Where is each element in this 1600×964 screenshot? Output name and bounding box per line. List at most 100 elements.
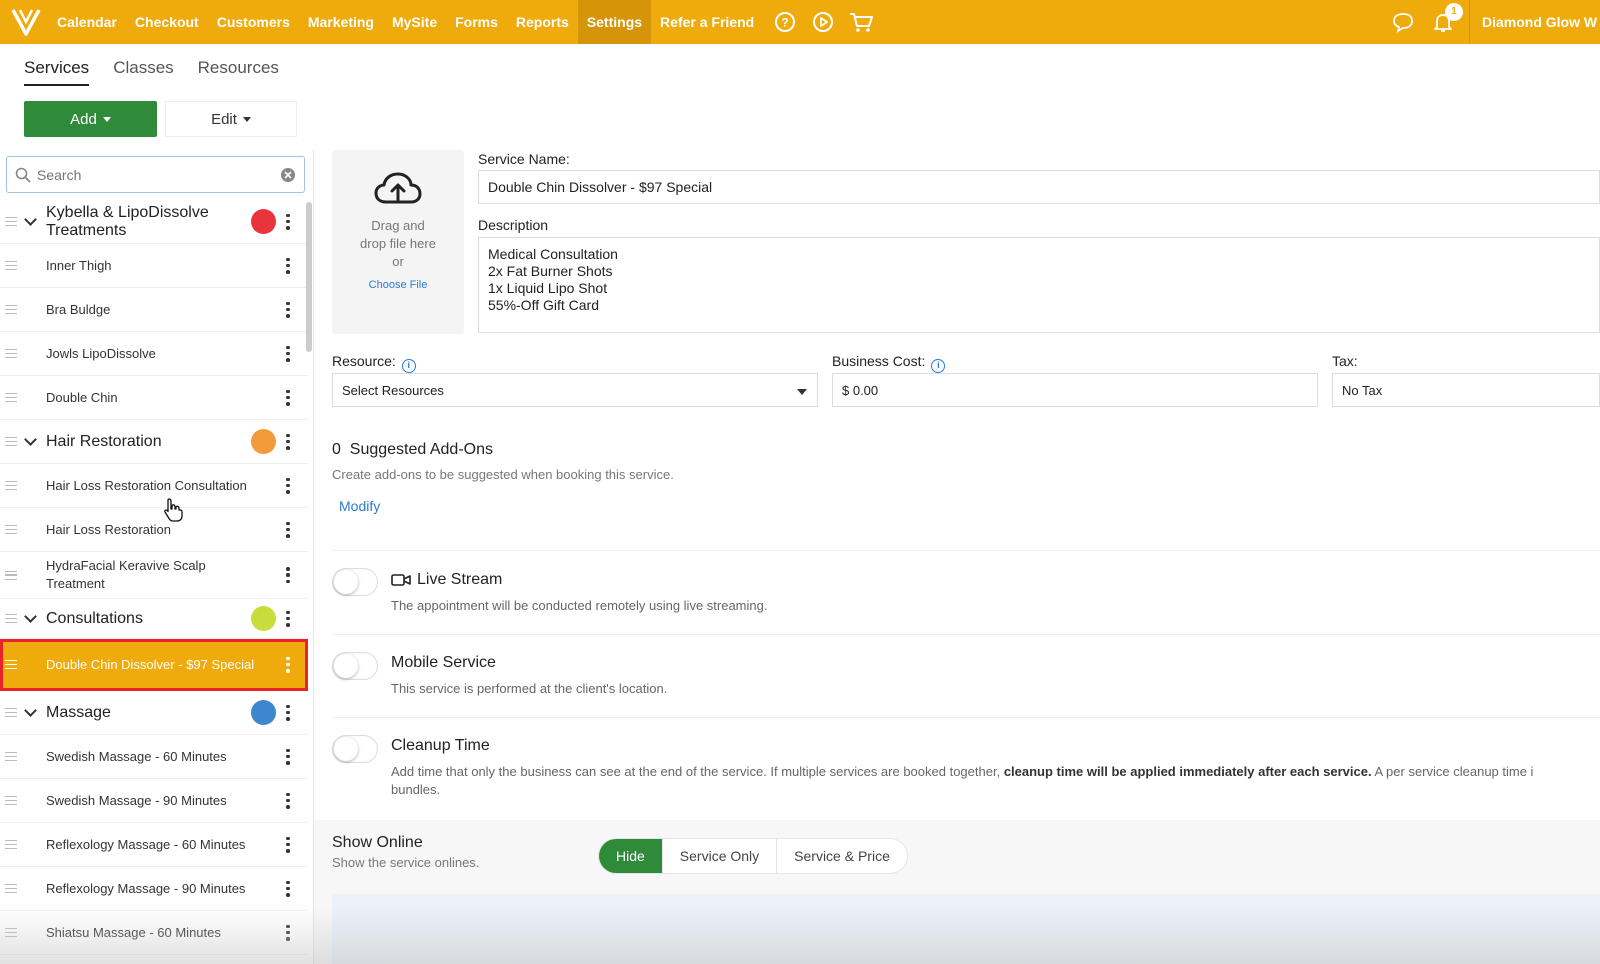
- service-row[interactable]: Double Chin: [0, 376, 308, 420]
- drag-handle-icon[interactable]: [5, 349, 17, 358]
- drag-handle-icon[interactable]: [5, 570, 17, 580]
- service-row[interactable]: Bra Buldge: [0, 288, 308, 332]
- cart-icon[interactable]: [845, 0, 877, 44]
- more-options-icon[interactable]: [286, 567, 290, 583]
- drag-handle-icon[interactable]: [5, 614, 17, 623]
- drag-handle-icon[interactable]: [5, 481, 17, 490]
- more-options-icon[interactable]: [286, 433, 290, 450]
- list-scrollbar[interactable]: [306, 202, 312, 352]
- drag-handle-icon[interactable]: [5, 796, 17, 805]
- drag-handle-icon[interactable]: [5, 525, 17, 534]
- nav-item-forms[interactable]: Forms: [446, 0, 507, 44]
- nav-item-calendar[interactable]: Calendar: [48, 0, 126, 44]
- more-options-icon[interactable]: [286, 257, 290, 274]
- show-online-service-only[interactable]: Service Only: [663, 839, 778, 873]
- drag-handle-icon[interactable]: [5, 393, 17, 402]
- chevron-down-icon[interactable]: [24, 212, 37, 226]
- show-online-subtitle: Show the service onlines.: [332, 855, 480, 870]
- service-row[interactable]: Shiatsu Massage - 60 Minutes: [0, 911, 308, 955]
- service-row[interactable]: Swedish Massage - 60 Minutes: [0, 735, 308, 779]
- drag-handle-icon[interactable]: [5, 884, 17, 893]
- tab-resources[interactable]: Resources: [198, 58, 279, 86]
- chat-icon[interactable]: [1383, 0, 1423, 44]
- category-row[interactable]: Consultations: [0, 599, 308, 639]
- edit-button[interactable]: Edit: [165, 101, 297, 137]
- service-row[interactable]: Inner Thigh: [0, 244, 308, 288]
- category-row[interactable]: Hair Restoration: [0, 420, 308, 464]
- drag-handle-icon[interactable]: [5, 261, 17, 270]
- chevron-down-icon[interactable]: [24, 609, 37, 623]
- chevron-down-icon[interactable]: [24, 432, 37, 446]
- service-row-selected[interactable]: Double Chin Dissolver - $97 Special: [0, 639, 308, 691]
- more-options-icon[interactable]: [286, 880, 290, 897]
- category-row[interactable]: Massage: [0, 691, 308, 735]
- drag-handle-icon[interactable]: [5, 840, 17, 849]
- nav-item-marketing[interactable]: Marketing: [299, 0, 383, 44]
- image-upload-dropzone[interactable]: Drag and drop file here or Choose File: [332, 150, 464, 334]
- tab-services[interactable]: Services: [24, 58, 90, 86]
- add-button[interactable]: Add: [24, 101, 157, 137]
- drag-handle-icon[interactable]: [5, 437, 17, 446]
- more-options-icon[interactable]: [286, 477, 290, 494]
- service-name: Inner Thigh: [46, 257, 112, 273]
- info-icon[interactable]: i: [931, 359, 946, 373]
- drag-handle-icon[interactable]: [5, 217, 17, 226]
- more-options-icon[interactable]: [286, 656, 290, 673]
- resource-select[interactable]: Select Resources: [332, 373, 818, 407]
- show-online-hide[interactable]: Hide: [599, 839, 663, 873]
- nav-item-refer-a-friend[interactable]: Refer a Friend: [651, 0, 763, 44]
- notifications-button[interactable]: 1: [1423, 0, 1463, 44]
- more-options-icon[interactable]: [286, 389, 290, 406]
- chevron-down-icon[interactable]: [24, 703, 37, 717]
- drag-handle-icon[interactable]: [5, 660, 17, 669]
- drag-handle-icon[interactable]: [5, 752, 17, 761]
- description-textarea[interactable]: Medical Consultation 2x Fat Burner Shots…: [478, 237, 1600, 333]
- cleanup-time-toggle[interactable]: [332, 735, 378, 763]
- more-options-icon[interactable]: [286, 792, 290, 809]
- show-online-service-price[interactable]: Service & Price: [777, 839, 907, 873]
- drag-handle-icon[interactable]: [5, 305, 17, 314]
- description-label: Description: [478, 217, 549, 233]
- nav-item-checkout[interactable]: Checkout: [126, 0, 208, 44]
- search-input[interactable]: [37, 166, 280, 183]
- mobile-service-toggle[interactable]: [332, 652, 378, 680]
- modify-addons-link[interactable]: Modify: [339, 498, 380, 514]
- choose-file-link[interactable]: Choose File: [332, 279, 464, 291]
- tab-classes[interactable]: Classes: [113, 58, 173, 86]
- more-options-icon[interactable]: [286, 521, 290, 538]
- settings-subtabs: Services Classes Resources: [24, 58, 279, 86]
- service-row[interactable]: Jowls LipoDissolve: [0, 332, 308, 376]
- service-row[interactable]: Hair Loss Restoration Consultation: [0, 464, 308, 508]
- account-name[interactable]: Diamond Glow W: [1482, 14, 1600, 30]
- service-row[interactable]: Reflexology Massage - 60 Minutes: [0, 823, 308, 867]
- info-banner: [332, 894, 1600, 964]
- play-icon[interactable]: [807, 0, 839, 44]
- nav-item-settings[interactable]: Settings: [577, 0, 652, 44]
- drag-handle-icon[interactable]: [5, 928, 17, 937]
- more-options-icon[interactable]: [286, 924, 290, 941]
- live-stream-toggle[interactable]: [332, 568, 378, 596]
- clear-search-icon[interactable]: [280, 167, 296, 183]
- service-row[interactable]: Hair Loss Restoration: [0, 508, 308, 552]
- service-row[interactable]: Reflexology Massage - 90 Minutes: [0, 867, 308, 911]
- info-icon[interactable]: i: [401, 359, 416, 373]
- more-options-icon[interactable]: [286, 704, 290, 721]
- category-row[interactable]: Kybella & LipoDissolve Treatments: [0, 200, 308, 244]
- service-row[interactable]: HydraFacial Keravive Scalp Treatment: [0, 552, 308, 599]
- nav-item-customers[interactable]: Customers: [208, 0, 299, 44]
- more-options-icon[interactable]: [286, 301, 290, 318]
- more-options-icon[interactable]: [286, 213, 290, 230]
- more-options-icon[interactable]: [286, 610, 290, 627]
- tax-select[interactable]: No Tax: [1332, 373, 1600, 407]
- vagaro-logo-icon[interactable]: [4, 0, 48, 44]
- service-row[interactable]: Swedish Massage - 90 Minutes: [0, 779, 308, 823]
- nav-item-reports[interactable]: Reports: [507, 0, 578, 44]
- more-options-icon[interactable]: [286, 345, 290, 362]
- drag-handle-icon[interactable]: [5, 708, 17, 717]
- service-name-input[interactable]: Double Chin Dissolver - $97 Special: [478, 170, 1600, 204]
- more-options-icon[interactable]: [286, 836, 290, 853]
- nav-item-mysite[interactable]: MySite: [383, 0, 446, 44]
- business-cost-input[interactable]: $ 0.00: [832, 373, 1318, 407]
- help-icon[interactable]: ?: [769, 0, 801, 44]
- more-options-icon[interactable]: [286, 748, 290, 765]
